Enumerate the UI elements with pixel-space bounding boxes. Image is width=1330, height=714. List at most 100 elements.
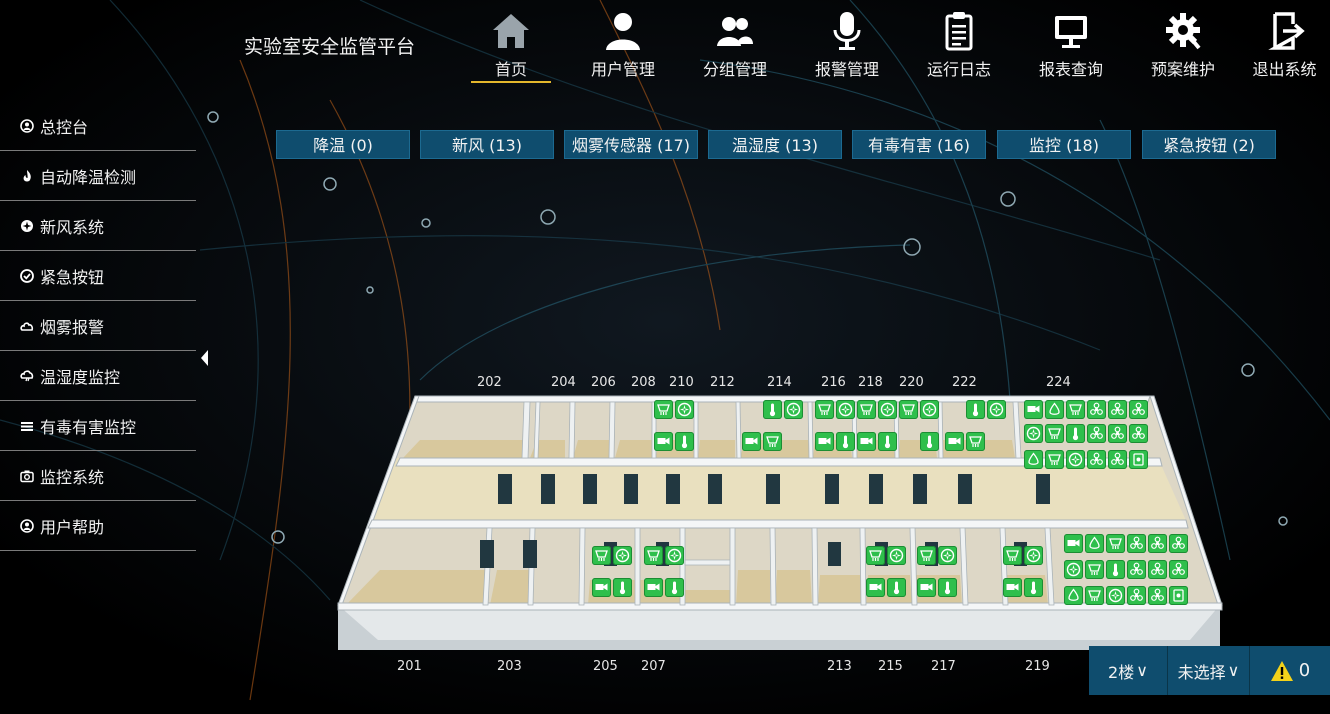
camera-device-icon[interactable]: [917, 578, 936, 597]
biohazard-device-icon[interactable]: [1127, 560, 1146, 579]
camera-device-icon[interactable]: [857, 432, 876, 451]
drop-device-icon[interactable]: [1064, 586, 1083, 605]
fresh-air-device-icon[interactable]: [675, 400, 694, 419]
sidebar-item-dashboard[interactable]: 总控台: [0, 101, 196, 151]
floor-select[interactable]: 2楼 ∨: [1089, 646, 1168, 695]
thermometer-device-icon[interactable]: [1106, 560, 1125, 579]
smoke-sensor-device-icon[interactable]: [1066, 400, 1085, 419]
nav-group-management[interactable]: 分组管理: [679, 8, 791, 88]
camera-device-icon[interactable]: [742, 432, 761, 451]
smoke-sensor-device-icon[interactable]: [644, 546, 663, 565]
sidebar-item-smoke-alarm[interactable]: 烟雾报警: [0, 301, 196, 351]
fresh-air-device-icon[interactable]: [1106, 586, 1125, 605]
camera-device-icon[interactable]: [1064, 534, 1083, 553]
fresh-air-device-icon[interactable]: [1066, 450, 1085, 469]
camera-device-icon[interactable]: [866, 578, 885, 597]
drop-device-icon[interactable]: [1045, 400, 1064, 419]
biohazard-device-icon[interactable]: [1169, 560, 1188, 579]
alert-count-button[interactable]: 0: [1250, 646, 1330, 695]
biohazard-device-icon[interactable]: [1148, 534, 1167, 553]
smoke-sensor-device-icon[interactable]: [899, 400, 918, 419]
fresh-air-device-icon[interactable]: [1024, 546, 1043, 565]
fresh-air-device-icon[interactable]: [665, 546, 684, 565]
drop-device-icon[interactable]: [1085, 534, 1104, 553]
category-toxic-button[interactable]: 有毒有害 (16): [852, 130, 986, 159]
selection-select[interactable]: 未选择 ∨: [1168, 646, 1250, 695]
smoke-sensor-device-icon[interactable]: [917, 546, 936, 565]
biohazard-device-icon[interactable]: [1148, 586, 1167, 605]
smoke-sensor-device-icon[interactable]: [1003, 546, 1022, 565]
sidebar-item-toxic-monitoring[interactable]: 有毒有害监控: [0, 401, 196, 451]
category-smoke-sensor-button[interactable]: 烟雾传感器 (17): [564, 130, 698, 159]
camera-device-icon[interactable]: [1003, 578, 1022, 597]
thermometer-device-icon[interactable]: [665, 578, 684, 597]
smoke-sensor-device-icon[interactable]: [1085, 586, 1104, 605]
category-cooling-button[interactable]: 降温 (0): [276, 130, 410, 159]
emergency-device-icon[interactable]: [1169, 586, 1188, 605]
fresh-air-device-icon[interactable]: [878, 400, 897, 419]
camera-device-icon[interactable]: [654, 432, 673, 451]
thermometer-device-icon[interactable]: [920, 432, 939, 451]
biohazard-device-icon[interactable]: [1108, 450, 1127, 469]
sidebar-item-monitoring-system[interactable]: 监控系统: [0, 451, 196, 501]
fresh-air-device-icon[interactable]: [1024, 424, 1043, 443]
smoke-sensor-device-icon[interactable]: [1106, 534, 1125, 553]
sidebar-item-user-help[interactable]: 用户帮助: [0, 501, 196, 551]
nav-exit-system[interactable]: 退出系统: [1239, 8, 1330, 88]
drop-device-icon[interactable]: [1024, 450, 1043, 469]
thermometer-device-icon[interactable]: [1066, 424, 1085, 443]
nav-report-query[interactable]: 报表查询: [1015, 8, 1127, 88]
camera-device-icon[interactable]: [945, 432, 964, 451]
thermometer-device-icon[interactable]: [763, 400, 782, 419]
camera-device-icon[interactable]: [815, 432, 834, 451]
smoke-sensor-device-icon[interactable]: [592, 546, 611, 565]
smoke-sensor-device-icon[interactable]: [1045, 450, 1064, 469]
biohazard-device-icon[interactable]: [1127, 534, 1146, 553]
thermometer-device-icon[interactable]: [966, 400, 985, 419]
biohazard-device-icon[interactable]: [1169, 534, 1188, 553]
fresh-air-device-icon[interactable]: [1064, 560, 1083, 579]
category-emergency-button[interactable]: 紧急按钮 (2): [1142, 130, 1276, 159]
fresh-air-device-icon[interactable]: [887, 546, 906, 565]
sidebar-item-emergency-button[interactable]: 紧急按钮: [0, 251, 196, 301]
smoke-sensor-device-icon[interactable]: [815, 400, 834, 419]
category-monitor-button[interactable]: 监控 (18): [997, 130, 1131, 159]
thermometer-device-icon[interactable]: [675, 432, 694, 451]
category-temp-humidity-button[interactable]: 温湿度 (13): [708, 130, 842, 159]
fresh-air-device-icon[interactable]: [784, 400, 803, 419]
sidebar-item-auto-cooling[interactable]: 自动降温检测: [0, 151, 196, 201]
thermometer-device-icon[interactable]: [1024, 578, 1043, 597]
category-fresh-air-button[interactable]: 新风 (13): [420, 130, 554, 159]
thermometer-device-icon[interactable]: [887, 578, 906, 597]
thermometer-device-icon[interactable]: [938, 578, 957, 597]
nav-plan-maintenance[interactable]: 预案维护: [1127, 8, 1239, 88]
sidebar-item-fresh-air[interactable]: 新风系统: [0, 201, 196, 251]
smoke-sensor-device-icon[interactable]: [1045, 424, 1064, 443]
sidebar-collapse-arrow-icon[interactable]: [199, 348, 209, 368]
nav-home[interactable]: 首页: [455, 8, 567, 88]
smoke-sensor-device-icon[interactable]: [857, 400, 876, 419]
smoke-sensor-device-icon[interactable]: [763, 432, 782, 451]
nav-run-log[interactable]: 运行日志: [903, 8, 1015, 88]
biohazard-device-icon[interactable]: [1127, 586, 1146, 605]
fresh-air-device-icon[interactable]: [613, 546, 632, 565]
fresh-air-device-icon[interactable]: [836, 400, 855, 419]
camera-device-icon[interactable]: [644, 578, 663, 597]
emergency-device-icon[interactable]: [1129, 450, 1148, 469]
smoke-sensor-device-icon[interactable]: [654, 400, 673, 419]
thermometer-device-icon[interactable]: [878, 432, 897, 451]
biohazard-device-icon[interactable]: [1129, 424, 1148, 443]
sidebar-item-temp-humidity[interactable]: 温湿度监控: [0, 351, 196, 401]
thermometer-device-icon[interactable]: [613, 578, 632, 597]
biohazard-device-icon[interactable]: [1148, 560, 1167, 579]
biohazard-device-icon[interactable]: [1087, 400, 1106, 419]
thermometer-device-icon[interactable]: [836, 432, 855, 451]
fresh-air-device-icon[interactable]: [920, 400, 939, 419]
biohazard-device-icon[interactable]: [1108, 424, 1127, 443]
smoke-sensor-device-icon[interactable]: [1085, 560, 1104, 579]
biohazard-device-icon[interactable]: [1108, 400, 1127, 419]
smoke-sensor-device-icon[interactable]: [866, 546, 885, 565]
camera-device-icon[interactable]: [592, 578, 611, 597]
fresh-air-device-icon[interactable]: [938, 546, 957, 565]
nav-alarm-management[interactable]: 报警管理: [791, 8, 903, 88]
